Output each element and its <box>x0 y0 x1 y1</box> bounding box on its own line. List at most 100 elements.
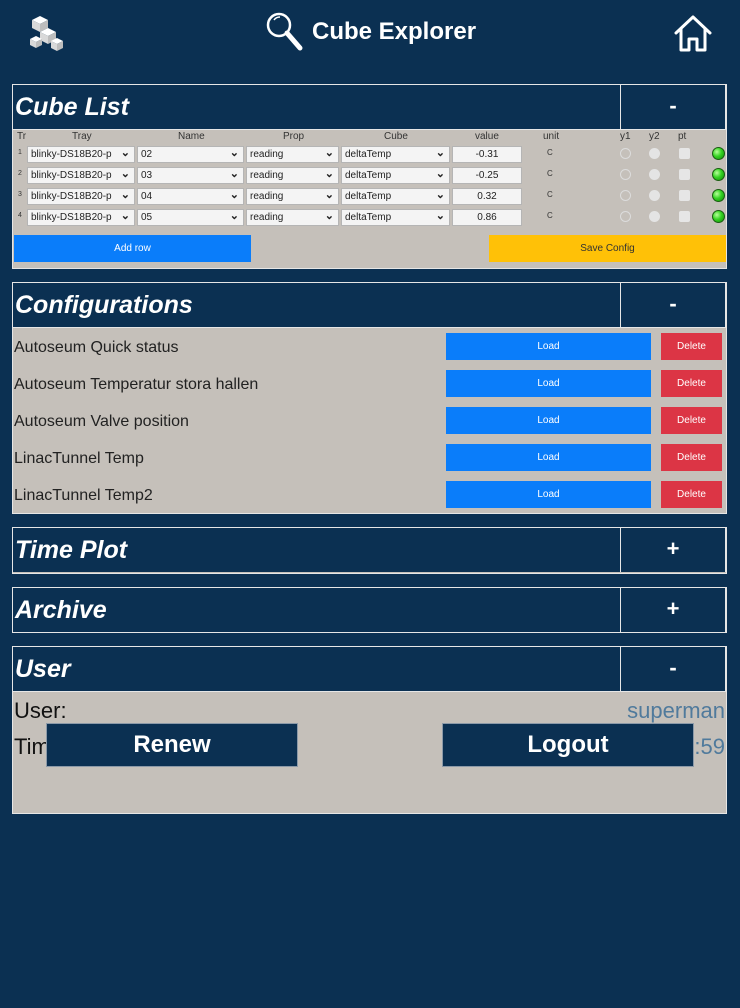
col-tr: Tr <box>17 131 27 142</box>
top-bar: Cube Explorer <box>0 0 740 70</box>
col-value: value <box>475 131 499 142</box>
archive-header: Archive + <box>13 588 726 632</box>
row-index: 4 <box>18 212 22 219</box>
add-row-button[interactable]: Add row <box>14 235 251 262</box>
status-led-icon <box>712 189 725 202</box>
cube-row: 3 blinky-DS18B20-p ⌄ 04 ⌄ reading ⌄ deltaTe… <box>13 186 726 207</box>
save-config-button[interactable]: Save Config <box>489 235 726 262</box>
value-field[interactable]: 0.86 <box>452 209 522 226</box>
prop-value: reading <box>250 149 284 160</box>
tray-value: blinky-DS18B20-p <box>31 170 112 181</box>
row-index: 3 <box>18 191 22 198</box>
cube-list-column-headers: Tr Tray Name Prop Cube value unit y1 y2 … <box>13 130 726 144</box>
prop-select[interactable]: reading ⌄ <box>246 188 339 205</box>
y2-radio[interactable] <box>649 169 660 180</box>
tray-value: blinky-DS18B20-p <box>31 149 112 160</box>
chevron-down-icon: ⌄ <box>120 147 130 159</box>
cube-select[interactable]: deltaTemp ⌄ <box>341 188 450 205</box>
user-toggle-button[interactable]: - <box>620 647 726 691</box>
cube-value: deltaTemp <box>345 170 392 181</box>
name-select[interactable]: 02 ⌄ <box>137 146 244 163</box>
cube-select[interactable]: deltaTemp ⌄ <box>341 167 450 184</box>
config-name: LinacTunnel Temp <box>14 450 144 467</box>
user-header: User - <box>13 647 726 692</box>
unit-label: C <box>547 148 553 157</box>
prop-value: reading <box>250 212 284 223</box>
archive-title: Archive <box>15 596 107 624</box>
cube-logo-icon[interactable] <box>28 14 66 54</box>
chevron-down-icon: ⌄ <box>120 168 130 180</box>
col-y1: y1 <box>620 131 631 142</box>
col-prop: Prop <box>283 131 305 142</box>
user-value: superman <box>627 698 725 723</box>
status-led-icon <box>712 147 725 160</box>
load-button[interactable]: Load <box>446 444 651 471</box>
prop-select[interactable]: reading ⌄ <box>246 167 339 184</box>
value-field[interactable]: -0.25 <box>452 167 522 184</box>
load-button[interactable]: Load <box>446 333 651 360</box>
y1-radio[interactable] <box>620 148 631 159</box>
value-field[interactable]: 0.32 <box>452 188 522 205</box>
load-button[interactable]: Load <box>446 407 651 434</box>
pt-checkbox[interactable] <box>679 211 690 222</box>
tray-select[interactable]: blinky-DS18B20-p ⌄ <box>27 188 135 205</box>
cube-value: deltaTemp <box>345 149 392 160</box>
config-item: Autoseum Quick status Load Delete <box>13 328 726 365</box>
name-select[interactable]: 04 ⌄ <box>137 188 244 205</box>
archive-panel: Archive + <box>12 587 727 633</box>
home-icon[interactable] <box>672 12 714 56</box>
unit-label: C <box>547 211 553 220</box>
chevron-down-icon: ⌄ <box>435 189 445 201</box>
time-plot-title: Time Plot <box>15 536 128 564</box>
logout-button[interactable]: Logout <box>442 723 694 767</box>
pt-checkbox[interactable] <box>679 169 690 180</box>
pt-checkbox[interactable] <box>679 190 690 201</box>
prop-select[interactable]: reading ⌄ <box>246 146 339 163</box>
tray-select[interactable]: blinky-DS18B20-p ⌄ <box>27 209 135 226</box>
delete-button[interactable]: Delete <box>661 444 722 471</box>
y1-radio[interactable] <box>620 169 631 180</box>
y2-radio[interactable] <box>649 190 660 201</box>
tray-select[interactable]: blinky-DS18B20-p ⌄ <box>27 146 135 163</box>
cube-list-title: Cube List <box>15 93 129 121</box>
search-icon[interactable] <box>264 10 306 54</box>
name-select[interactable]: 05 ⌄ <box>137 209 244 226</box>
y1-radio[interactable] <box>620 190 631 201</box>
configurations-toggle-button[interactable]: - <box>620 283 726 327</box>
cube-row: 2 blinky-DS18B20-p ⌄ 03 ⌄ reading ⌄ deltaTe… <box>13 165 726 186</box>
row-index: 1 <box>18 149 22 156</box>
archive-toggle-button[interactable]: + <box>620 588 726 632</box>
chevron-down-icon: ⌄ <box>324 210 334 222</box>
cube-row: 4 blinky-DS18B20-p ⌄ 05 ⌄ reading ⌄ deltaTe… <box>13 207 726 228</box>
user-label: User: <box>14 698 67 723</box>
name-select[interactable]: 03 ⌄ <box>137 167 244 184</box>
chevron-down-icon: ⌄ <box>324 189 334 201</box>
status-led-icon <box>712 168 725 181</box>
cube-list-toggle-button[interactable]: - <box>620 85 726 129</box>
time-plot-toggle-button[interactable]: + <box>620 528 726 572</box>
delete-button[interactable]: Delete <box>661 481 722 508</box>
value-field[interactable]: -0.31 <box>452 146 522 163</box>
config-name: LinacTunnel Temp2 <box>14 487 153 504</box>
cube-row: 1 blinky-DS18B20-p ⌄ 02 ⌄ reading ⌄ deltaTe… <box>13 144 726 165</box>
cube-select[interactable]: deltaTemp ⌄ <box>341 146 450 163</box>
cube-select[interactable]: deltaTemp ⌄ <box>341 209 450 226</box>
tray-value: blinky-DS18B20-p <box>31 212 112 223</box>
delete-button[interactable]: Delete <box>661 407 722 434</box>
y2-radio[interactable] <box>649 148 660 159</box>
pt-checkbox[interactable] <box>679 148 690 159</box>
renew-button[interactable]: Renew <box>46 723 298 767</box>
unit-label: C <box>547 169 553 178</box>
configurations-panel: Configurations - Autoseum Quick status L… <box>12 282 727 514</box>
delete-button[interactable]: Delete <box>661 333 722 360</box>
load-button[interactable]: Load <box>446 370 651 397</box>
col-pt: pt <box>678 131 687 142</box>
y1-radio[interactable] <box>620 211 631 222</box>
chevron-down-icon: ⌄ <box>324 168 334 180</box>
prop-select[interactable]: reading ⌄ <box>246 209 339 226</box>
load-button[interactable]: Load <box>446 481 651 508</box>
config-name: Autoseum Valve position <box>14 413 189 430</box>
y2-radio[interactable] <box>649 211 660 222</box>
tray-select[interactable]: blinky-DS18B20-p ⌄ <box>27 167 135 184</box>
delete-button[interactable]: Delete <box>661 370 722 397</box>
